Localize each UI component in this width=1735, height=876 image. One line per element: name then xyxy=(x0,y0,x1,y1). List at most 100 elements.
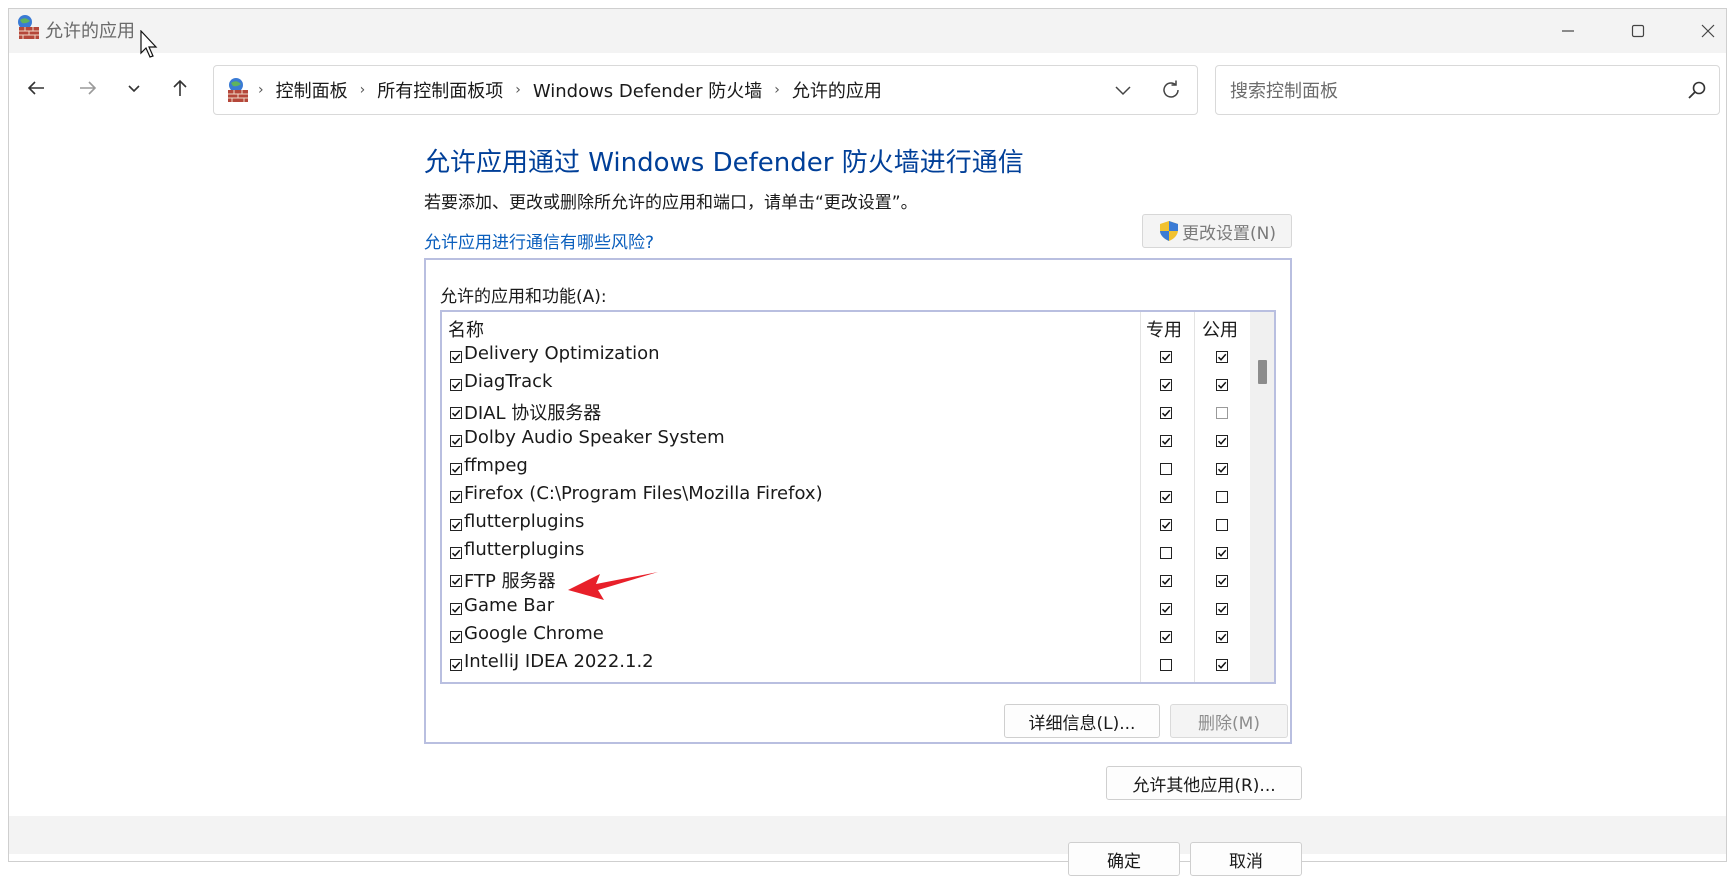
table-row[interactable]: Firefox (C:\Program Files\Mozilla Firefo… xyxy=(442,482,1250,510)
risk-info-link[interactable]: 允许应用进行通信有哪些风险? xyxy=(424,228,654,253)
details-button[interactable]: 详细信息(L)... xyxy=(1004,704,1160,738)
back-button[interactable] xyxy=(19,71,53,105)
app-name: IntelliJ IDEA 2022.1.2 xyxy=(464,651,654,672)
maximize-button[interactable] xyxy=(1603,9,1673,53)
breadcrumb-firewall[interactable]: Windows Defender 防火墙 xyxy=(533,77,762,103)
cancel-button[interactable]: 取消 xyxy=(1190,842,1302,876)
recent-locations-button[interactable] xyxy=(117,71,151,105)
enable-checkbox[interactable] xyxy=(450,544,462,559)
allowed-apps-group: 允许的应用和功能(A): 名称 专用 公用 Delivery Optimizat… xyxy=(424,258,1292,744)
minimize-button[interactable] xyxy=(1533,9,1603,53)
public-checkbox[interactable] xyxy=(1216,544,1228,559)
private-checkbox[interactable] xyxy=(1160,516,1172,531)
app-name: FTP 服务器 xyxy=(464,571,556,592)
public-checkbox[interactable] xyxy=(1216,348,1228,363)
column-header-public[interactable]: 公用 xyxy=(1202,316,1238,342)
title-bar: 允许的应用 xyxy=(9,9,1726,53)
private-checkbox[interactable] xyxy=(1160,488,1172,503)
minimize-icon xyxy=(1562,30,1574,32)
column-header-private[interactable]: 专用 xyxy=(1146,316,1182,342)
app-name: DiagTrack xyxy=(464,371,553,392)
refresh-button[interactable] xyxy=(1159,78,1183,102)
table-row[interactable]: IntelliJ IDEA 2022.1.2 xyxy=(442,650,1250,678)
address-bar[interactable]: › 控制面板 › 所有控制面板项 › Windows Defender 防火墙 … xyxy=(213,65,1198,115)
refresh-icon xyxy=(1163,80,1179,98)
table-row[interactable]: Game Bar xyxy=(442,594,1250,622)
public-checkbox[interactable] xyxy=(1216,404,1228,419)
private-checkbox[interactable] xyxy=(1160,376,1172,391)
private-checkbox[interactable] xyxy=(1160,600,1172,615)
public-checkbox[interactable] xyxy=(1216,488,1228,503)
enable-checkbox[interactable] xyxy=(450,432,462,447)
mouse-pointer-icon xyxy=(140,30,158,58)
public-checkbox[interactable] xyxy=(1216,376,1228,391)
ok-button[interactable]: 确定 xyxy=(1068,842,1180,876)
public-checkbox[interactable] xyxy=(1216,460,1228,475)
enable-checkbox[interactable] xyxy=(450,376,462,391)
public-checkbox[interactable] xyxy=(1216,516,1228,531)
address-history-button[interactable] xyxy=(1111,78,1135,102)
private-checkbox[interactable] xyxy=(1160,544,1172,559)
table-row[interactable]: Delivery Optimization xyxy=(442,342,1250,370)
public-checkbox[interactable] xyxy=(1216,432,1228,447)
enable-checkbox[interactable] xyxy=(450,460,462,475)
private-checkbox[interactable] xyxy=(1160,656,1172,671)
chevron-right-icon[interactable]: › xyxy=(774,82,780,98)
enable-checkbox[interactable] xyxy=(450,404,462,419)
list-scrollbar[interactable] xyxy=(1250,312,1274,682)
chevron-right-icon[interactable]: › xyxy=(360,82,366,98)
table-row[interactable]: FTP 服务器 xyxy=(442,566,1250,594)
up-button[interactable] xyxy=(163,71,197,105)
app-name: flutterplugins xyxy=(464,539,585,560)
private-checkbox[interactable] xyxy=(1160,432,1172,447)
private-checkbox[interactable] xyxy=(1160,404,1172,419)
search-input[interactable] xyxy=(1228,76,1672,106)
chevron-down-icon xyxy=(128,85,140,93)
enable-checkbox[interactable] xyxy=(450,348,462,363)
breadcrumb-allowed-apps[interactable]: 允许的应用 xyxy=(792,77,882,103)
change-settings-label: 更改设置(N) xyxy=(1182,223,1276,244)
public-checkbox[interactable] xyxy=(1216,628,1228,643)
public-checkbox[interactable] xyxy=(1216,656,1228,671)
table-row[interactable]: Google Chrome xyxy=(442,622,1250,650)
private-checkbox[interactable] xyxy=(1160,572,1172,587)
enable-checkbox[interactable] xyxy=(450,572,462,587)
public-checkbox[interactable] xyxy=(1216,600,1228,615)
breadcrumb-control-panel[interactable]: 控制面板 xyxy=(276,77,348,103)
search-icon[interactable] xyxy=(1687,80,1707,100)
arrow-up-icon xyxy=(173,79,187,96)
private-checkbox[interactable] xyxy=(1160,460,1172,475)
public-checkbox[interactable] xyxy=(1216,572,1228,587)
forward-button[interactable] xyxy=(71,71,105,105)
delete-button[interactable]: 删除(M) xyxy=(1170,704,1288,738)
search-box[interactable] xyxy=(1215,65,1720,115)
private-checkbox[interactable] xyxy=(1160,628,1172,643)
table-row[interactable]: flutterplugins xyxy=(442,510,1250,538)
chevron-right-icon: › xyxy=(258,82,264,98)
allow-other-app-button[interactable]: 允许其他应用(R)... xyxy=(1106,766,1302,800)
app-name: Game Bar xyxy=(464,595,555,616)
page-description: 若要添加、更改或删除所允许的应用和端口，请单击“更改设置”。 xyxy=(424,193,918,213)
breadcrumb-all-items[interactable]: 所有控制面板项 xyxy=(377,77,503,103)
chevron-right-icon[interactable]: › xyxy=(515,82,521,98)
change-settings-button[interactable]: 更改设置(N) xyxy=(1142,214,1292,248)
enable-checkbox[interactable] xyxy=(450,488,462,503)
private-checkbox[interactable] xyxy=(1160,348,1172,363)
table-row[interactable]: flutterplugins xyxy=(442,538,1250,566)
app-name: Delivery Optimization xyxy=(464,343,660,364)
list-header: 名称 专用 公用 xyxy=(442,312,1274,342)
table-row[interactable]: DIAL 协议服务器 xyxy=(442,398,1250,426)
column-header-name[interactable]: 名称 xyxy=(448,316,484,342)
enable-checkbox[interactable] xyxy=(450,656,462,671)
enable-checkbox[interactable] xyxy=(450,628,462,643)
scrollbar-thumb[interactable] xyxy=(1258,360,1267,384)
table-row[interactable]: Dolby Audio Speaker System xyxy=(442,426,1250,454)
table-row[interactable]: ffmpeg xyxy=(442,454,1250,482)
window-title: 允许的应用 xyxy=(45,21,135,42)
navigation-bar: › 控制面板 › 所有控制面板项 › Windows Defender 防火墙 … xyxy=(9,53,1726,123)
enable-checkbox[interactable] xyxy=(450,600,462,615)
close-button[interactable] xyxy=(1673,9,1726,53)
table-row[interactable]: DiagTrack xyxy=(442,370,1250,398)
allowed-apps-list[interactable]: 名称 专用 公用 Delivery Optimization DiagTrack D… xyxy=(440,310,1276,684)
enable-checkbox[interactable] xyxy=(450,516,462,531)
